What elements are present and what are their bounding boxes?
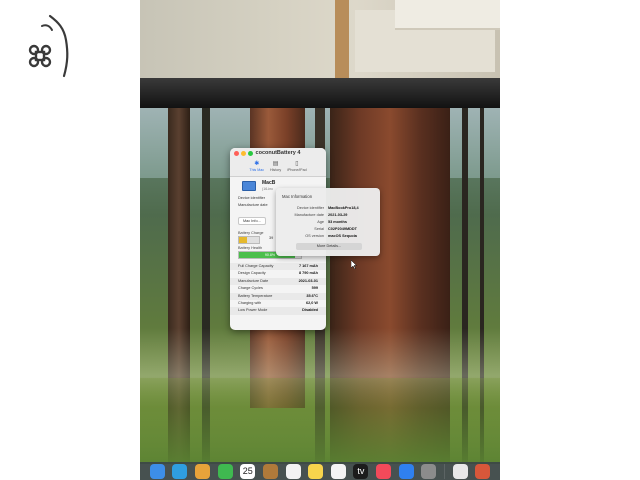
phone-icon: ▯ xyxy=(295,161,299,167)
detail-value: 8 790 mAh xyxy=(299,271,318,276)
app-icon[interactable] xyxy=(475,463,491,479)
window-title: coconutBattery 4 xyxy=(255,150,301,156)
popover-rows: Device identifier MacBookPro18,4 Manufactu… xyxy=(276,205,380,240)
tab-label: History xyxy=(270,168,282,172)
tab-history[interactable]: ▤ History xyxy=(270,160,281,176)
popover-row: OS version macOS Sequoia xyxy=(276,233,380,240)
detail-key: Full Charge Capacity xyxy=(238,264,274,268)
folder-icon[interactable] xyxy=(262,463,278,479)
finder-icon[interactable] xyxy=(149,463,165,479)
detail-key: Charging with xyxy=(238,300,262,305)
table-row: Battery Temperature 35.6°C xyxy=(230,292,326,300)
battery-charge-bar: 39 xyxy=(238,236,273,244)
table-row: Design Capacity 8 790 mAh xyxy=(230,270,326,277)
detail-value: Disabled xyxy=(302,308,318,313)
popover-key: Serial xyxy=(314,227,324,231)
table-row: Manufacture Date 2021-03-01 xyxy=(230,277,326,286)
separator-icon xyxy=(443,463,445,479)
laptop-icon xyxy=(242,181,256,191)
table-row: Charging with 62,0 W xyxy=(230,300,326,307)
music-icon[interactable] xyxy=(376,463,392,479)
popover-key: Age xyxy=(317,220,324,224)
wall-shelf xyxy=(395,0,500,30)
popover-key: Device identifier xyxy=(296,206,324,210)
popover-key: OS version xyxy=(305,234,324,238)
reminders-icon[interactable] xyxy=(285,463,301,479)
detail-key: Manufacture Date xyxy=(238,278,269,283)
battery-details-table: Full Charge Capacity 7 167 mAh Design Capa… xyxy=(230,263,326,315)
tab-label: This Mac xyxy=(249,168,264,172)
popover-row: Device identifier MacBookPro18,4 xyxy=(276,205,380,212)
dock: 25 tv xyxy=(140,462,500,480)
battery-charge-value: 39 xyxy=(269,236,274,240)
detail-key: Design Capacity xyxy=(238,271,266,276)
appletv-icon[interactable]: tv xyxy=(353,463,369,479)
device-name: MacB xyxy=(262,180,276,186)
popover-row: Manufacture date 2021-03-29 xyxy=(276,212,380,219)
tab-this-mac[interactable]: ✱ This Mac xyxy=(249,160,264,176)
appstore-icon[interactable] xyxy=(398,463,414,479)
forest-floor xyxy=(140,378,500,464)
settings-icon[interactable] xyxy=(421,463,437,479)
tab-iphone-ipad[interactable]: ▯ iPhone/iPad xyxy=(287,160,306,176)
laptop-bezel xyxy=(140,78,500,110)
facetime-icon[interactable] xyxy=(217,463,233,479)
coconut-icon[interactable] xyxy=(452,463,468,479)
window-titlebar: coconutBattery 4 xyxy=(230,148,326,160)
apple-cloverleaf-logo xyxy=(28,14,69,78)
table-row: Low Power Mode Disabled xyxy=(230,307,326,315)
freeform-icon[interactable] xyxy=(330,463,346,479)
device-subtitle: (16-inc xyxy=(262,187,273,191)
more-details-button[interactable]: More Details... xyxy=(296,243,362,250)
popover-row: Serial C02P2049MDDT xyxy=(276,226,380,233)
battery-icon: ✱ xyxy=(254,161,260,167)
tab-bar: ✱ This Mac ▤ History ▯ iPhone/iPad xyxy=(230,160,326,177)
history-icon: ▤ xyxy=(272,161,279,167)
mac-info-button[interactable]: Mac Info... xyxy=(238,217,266,225)
popover-value: 53 months xyxy=(328,220,347,224)
popover-value: MacBookPro18,4 xyxy=(328,206,359,210)
detail-value: 2021-03-01 xyxy=(298,278,318,283)
tab-label: iPhone/iPad xyxy=(287,168,307,172)
detail-key: Charge Cycles xyxy=(238,286,263,291)
popover-value: C02P2049MDDT xyxy=(328,227,357,231)
detail-key: Battery Temperature xyxy=(238,293,273,298)
photos-icon[interactable] xyxy=(195,463,211,479)
safari-icon[interactable] xyxy=(172,463,188,479)
popover-title: Mac Information xyxy=(282,194,313,199)
table-row: Full Charge Capacity 7 167 mAh xyxy=(230,263,326,271)
detail-value: 7 167 mAh xyxy=(299,264,318,268)
detail-value: 62,0 W xyxy=(305,300,318,305)
detail-value: 35.6°C xyxy=(306,293,318,298)
popover-row: Age 53 months xyxy=(276,219,380,226)
mac-information-popover: Mac Information Device identifier MacBook… xyxy=(276,188,380,256)
table-row: Charge Cycles 599 xyxy=(230,285,326,292)
mouse-cursor-icon xyxy=(351,260,357,269)
popover-value: 2021-03-29 xyxy=(328,213,348,217)
popover-value: macOS Sequoia xyxy=(328,234,357,238)
popover-key: Manufacture date xyxy=(294,213,324,217)
door-frame xyxy=(335,0,349,80)
battery-charge-fill xyxy=(239,237,247,243)
detail-key: Low Power Mode xyxy=(238,308,268,313)
detail-value: 599 xyxy=(311,286,318,291)
notes-icon[interactable] xyxy=(308,463,324,479)
calendar-icon[interactable]: 25 xyxy=(240,463,256,479)
